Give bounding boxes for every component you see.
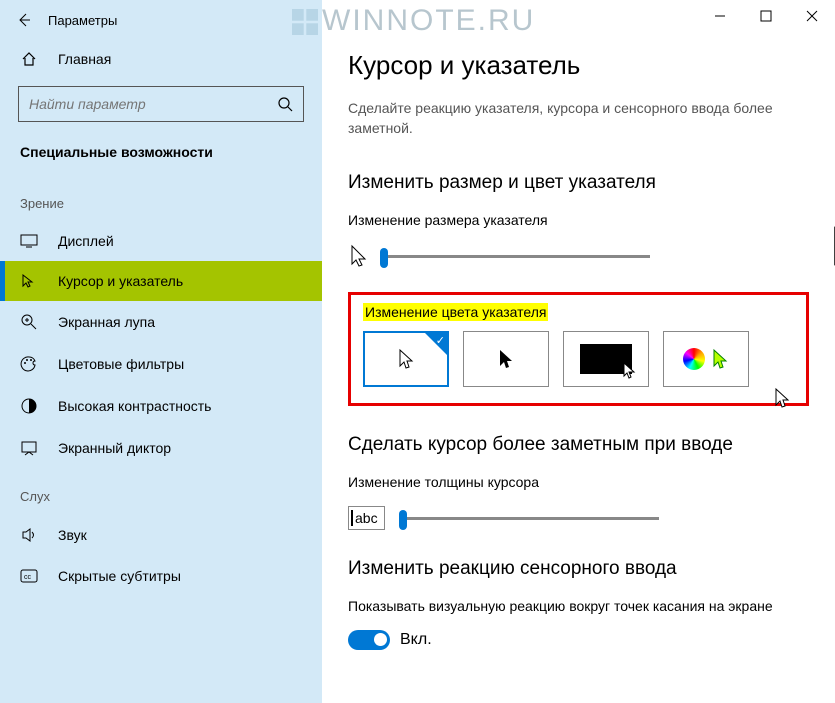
sidebar-item-contrast[interactable]: Высокая контрастность	[0, 385, 322, 427]
maximize-button[interactable]	[743, 0, 789, 32]
sidebar-item-label: Курсор и указатель	[58, 273, 183, 289]
cursor-thickness-slider[interactable]	[399, 517, 659, 520]
sidebar-item-label: Звук	[58, 527, 87, 543]
pointer-color-black[interactable]	[463, 331, 549, 387]
page-title: Курсор и указатель	[348, 50, 809, 81]
sidebar-item-sound[interactable]: Звук	[0, 514, 322, 556]
sidebar-item-display[interactable]: Дисплей	[0, 221, 322, 261]
sidebar-item-label: Дисплей	[58, 233, 114, 249]
sidebar-item-label: Экранная лупа	[58, 314, 155, 330]
pointer-color-custom[interactable]	[663, 331, 749, 387]
pointer-color-inverted[interactable]	[563, 331, 649, 387]
search-input[interactable]	[19, 96, 267, 112]
sidebar-home[interactable]: Главная	[0, 40, 322, 78]
contrast-icon	[20, 397, 40, 415]
main-pane: WINNOTE.RU Курсор и указатель Сделайте р…	[322, 0, 835, 703]
palette-icon	[20, 355, 40, 373]
touch-section-title: Изменить реакцию сенсорного ввода	[348, 558, 809, 580]
sound-icon	[20, 526, 40, 544]
pointer-size-slider-row	[348, 244, 809, 268]
touch-toggle-row: Вкл.	[348, 630, 809, 650]
window-controls	[697, 0, 835, 32]
slider-thumb[interactable]	[380, 248, 388, 268]
group-label-vision: Зрение	[0, 176, 322, 221]
size-label: Изменение размера указателя	[348, 212, 809, 228]
narrator-icon	[20, 439, 40, 457]
group-label-hearing: Слух	[0, 469, 322, 514]
back-button[interactable]	[8, 4, 40, 36]
size-section-title: Изменить размер и цвет указателя	[348, 172, 809, 194]
titlebar: Параметры	[0, 0, 322, 40]
thickness-label: Изменение толщины курсора	[348, 474, 809, 490]
close-button[interactable]	[789, 0, 835, 32]
minimize-button[interactable]	[697, 0, 743, 32]
sidebar-item-label: Цветовые фильтры	[58, 356, 184, 372]
sidebar-item-narrator[interactable]: Экранный диктор	[0, 427, 322, 469]
pointer-color-options: ✓	[363, 331, 794, 387]
magnifier-icon	[20, 313, 40, 331]
sidebar-item-label: Высокая контрастность	[58, 398, 211, 414]
sidebar-item-cc[interactable]: cc Скрытые субтитры	[0, 556, 322, 596]
pointer-size-slider[interactable]	[380, 255, 650, 258]
cursor-small-icon	[348, 244, 368, 268]
cursor-large-icon	[829, 226, 835, 272]
cc-icon: cc	[20, 569, 40, 583]
display-icon	[20, 234, 40, 248]
category-title: Специальные возможности	[0, 136, 322, 176]
sidebar: Параметры Главная Специальные возможност…	[0, 0, 322, 703]
cursor-thickness-row: abc	[348, 506, 809, 530]
search-box[interactable]	[18, 86, 304, 122]
sidebar-home-label: Главная	[58, 51, 111, 67]
sidebar-item-magnifier[interactable]: Экранная лупа	[0, 301, 322, 343]
svg-text:cc: cc	[24, 574, 32, 581]
search-icon	[267, 96, 303, 112]
sidebar-item-filters[interactable]: Цветовые фильтры	[0, 343, 322, 385]
touch-desc: Показывать визуальную реакцию вокруг точ…	[348, 598, 809, 614]
check-icon: ✓	[436, 334, 445, 347]
color-highlight-box: Изменение цвета указателя ✓	[348, 292, 809, 406]
sidebar-item-label: Скрытые субтитры	[58, 568, 181, 584]
color-wheel-icon	[683, 348, 705, 370]
cursor-icon	[20, 273, 40, 289]
touch-toggle[interactable]	[348, 630, 390, 650]
cursor-preview: abc	[348, 506, 385, 530]
page-description: Сделайте реакцию указателя, курсора и се…	[348, 99, 778, 138]
pointer-color-white[interactable]: ✓	[363, 331, 449, 387]
toggle-label: Вкл.	[400, 631, 432, 649]
window-title: Параметры	[48, 13, 117, 28]
sidebar-item-label: Экранный диктор	[58, 440, 171, 456]
slider-thumb[interactable]	[399, 510, 407, 530]
cursor-section-title: Сделать курсор более заметным при вводе	[348, 434, 809, 456]
home-icon	[20, 50, 40, 68]
color-label: Изменение цвета указателя	[363, 303, 548, 321]
sidebar-item-cursor[interactable]: Курсор и указатель	[0, 261, 322, 301]
